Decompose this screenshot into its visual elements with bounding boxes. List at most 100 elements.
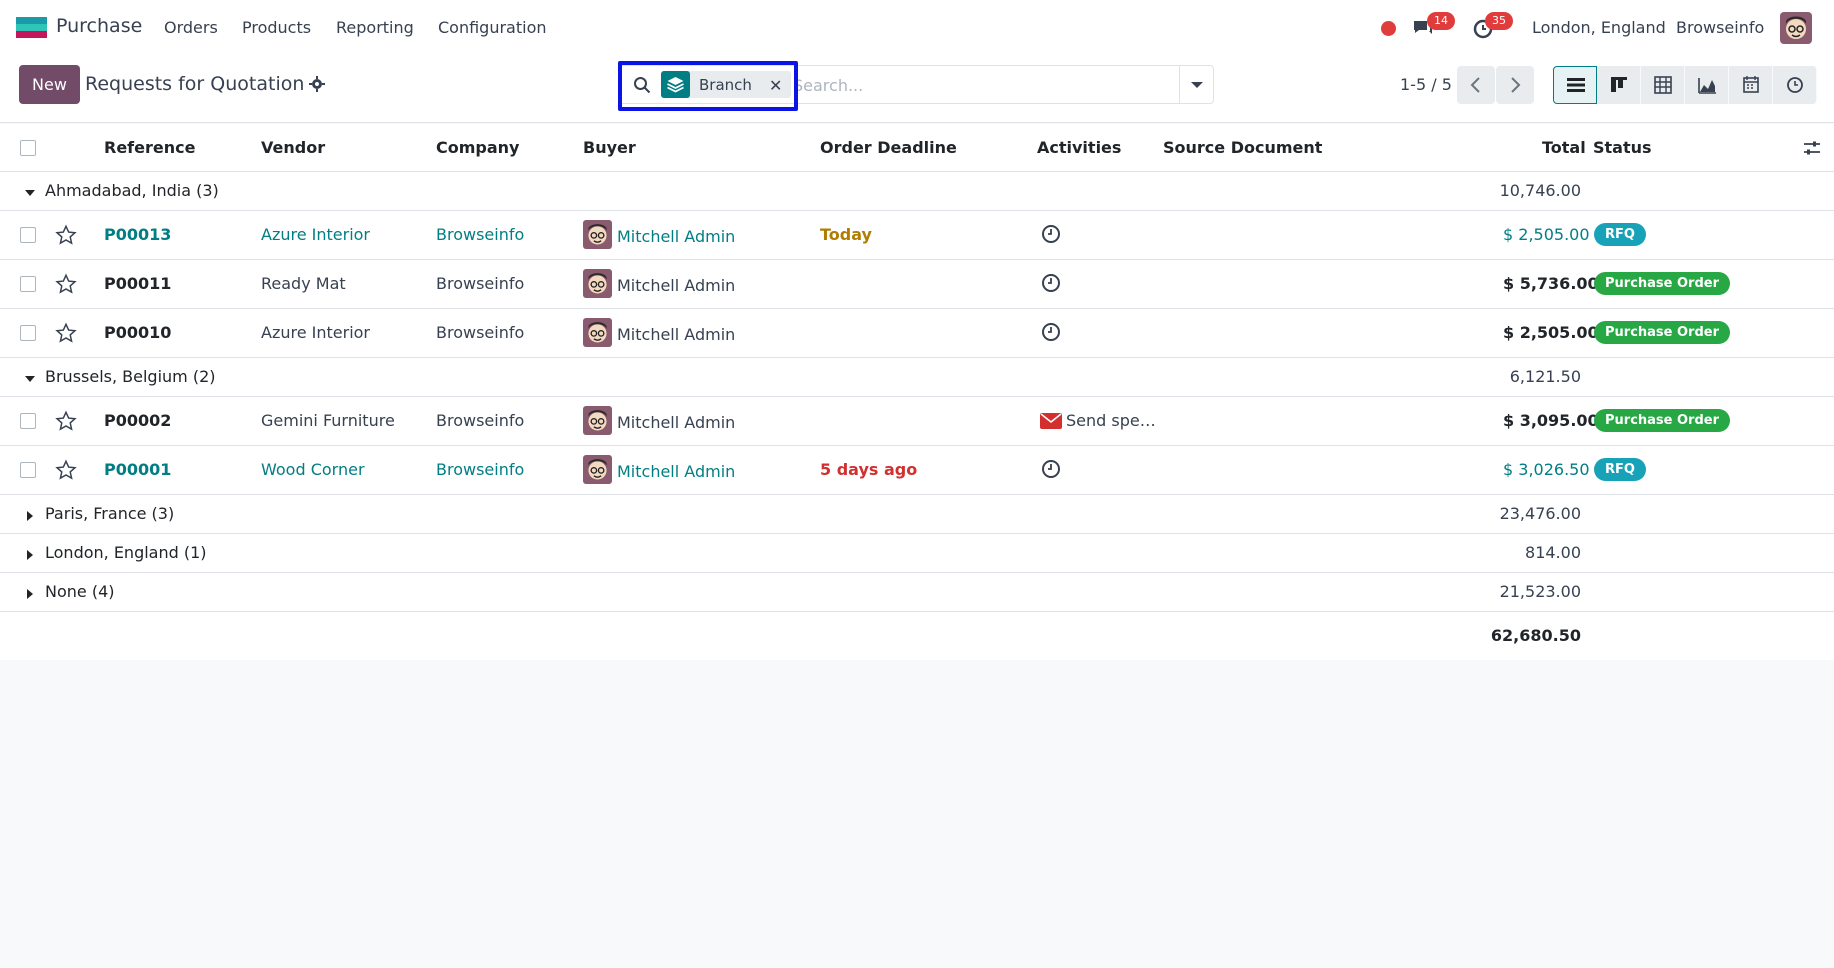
column-source-document[interactable]: Source Document xyxy=(1163,138,1322,157)
branch-switcher[interactable]: London, England xyxy=(1532,18,1666,37)
search-bar: Branch ✕ xyxy=(618,65,1214,104)
group-row[interactable]: London, England (1) 814.00 xyxy=(0,534,1834,573)
company-cell[interactable]: Browseinfo xyxy=(436,225,524,244)
row-checkbox[interactable] xyxy=(20,276,36,292)
activity-summary[interactable]: Send spe… xyxy=(1066,411,1156,430)
status-badge: RFQ xyxy=(1594,223,1646,246)
optional-columns-icon[interactable] xyxy=(1803,139,1821,157)
pivot-view-button[interactable] xyxy=(1641,66,1685,104)
star-icon[interactable] xyxy=(55,273,77,295)
column-order-deadline[interactable]: Order Deadline xyxy=(820,138,957,157)
reference-cell[interactable]: P00013 xyxy=(104,225,171,244)
buyer-cell[interactable]: Mitchell Admin xyxy=(617,325,735,344)
column-buyer[interactable]: Buyer xyxy=(583,138,636,157)
company-cell[interactable]: Browseinfo xyxy=(436,411,524,430)
star-icon[interactable] xyxy=(55,224,77,246)
table-row[interactable]: P00002 Gemini Furniture Browseinfo Mitch… xyxy=(0,397,1834,446)
kanban-view-button[interactable] xyxy=(1597,66,1641,104)
buyer-cell[interactable]: Mitchell Admin xyxy=(617,413,735,432)
grand-total: 62,680.50 xyxy=(1490,626,1581,645)
company-switcher[interactable]: Browseinfo xyxy=(1676,18,1764,37)
purchase-app-icon[interactable] xyxy=(16,17,47,38)
vendor-cell[interactable]: Ready Mat xyxy=(261,274,346,293)
menu-products[interactable]: Products xyxy=(242,18,311,37)
buyer-cell[interactable]: Mitchell Admin xyxy=(617,462,735,481)
column-status[interactable]: Status xyxy=(1593,138,1652,157)
table-row[interactable]: P00013 Azure Interior Browseinfo Mitchel… xyxy=(0,211,1834,260)
table-row[interactable]: P00011 Ready Mat Browseinfo Mitchell Adm… xyxy=(0,260,1834,309)
new-button[interactable]: New xyxy=(19,65,80,104)
graph-view-button[interactable] xyxy=(1685,66,1729,104)
vendor-cell[interactable]: Azure Interior xyxy=(261,225,370,244)
vendor-cell[interactable]: Gemini Furniture xyxy=(261,411,395,430)
caret-down-icon xyxy=(23,371,37,385)
group-row[interactable]: Brussels, Belgium (2) 6,121.50 xyxy=(0,358,1834,397)
pager-previous-button[interactable] xyxy=(1457,66,1495,104)
star-icon[interactable] xyxy=(55,322,77,344)
column-total[interactable]: Total xyxy=(1542,138,1586,157)
deadline-cell: 5 days ago xyxy=(820,460,918,479)
total-cell: $ 5,736.00 xyxy=(1503,274,1599,293)
table-row[interactable]: P00010 Azure Interior Browseinfo Mitchel… xyxy=(0,309,1834,358)
column-vendor[interactable]: Vendor xyxy=(261,138,325,157)
column-activities[interactable]: Activities xyxy=(1037,138,1121,157)
group-label: Paris, France (3) xyxy=(45,504,175,523)
close-icon[interactable]: ✕ xyxy=(769,76,782,95)
gear-icon[interactable] xyxy=(309,76,325,92)
pager-next-button[interactable] xyxy=(1496,66,1534,104)
vendor-cell[interactable]: Wood Corner xyxy=(261,460,365,479)
group-row[interactable]: Ahmadabad, India (3) 10,746.00 xyxy=(0,172,1834,211)
company-cell[interactable]: Browseinfo xyxy=(436,323,524,342)
page-title: Requests for Quotation xyxy=(85,73,305,95)
status-badge: Purchase Order xyxy=(1594,409,1731,432)
calendar-view-button[interactable] xyxy=(1729,66,1773,104)
activity-view-button[interactable] xyxy=(1773,66,1817,104)
total-cell: $ 2,505.00 xyxy=(1503,323,1599,342)
table-footer: 62,680.50 xyxy=(0,612,1834,660)
group-row[interactable]: Paris, France (3) 23,476.00 xyxy=(0,495,1834,534)
column-company[interactable]: Company xyxy=(436,138,519,157)
top-navbar: Purchase Orders Products Reporting Confi… xyxy=(0,0,1834,56)
star-icon[interactable] xyxy=(55,410,77,432)
group-total: 814.00 xyxy=(1525,543,1581,562)
recording-indicator-icon[interactable] xyxy=(1381,21,1396,36)
search-icon[interactable] xyxy=(633,76,651,94)
list-view-button[interactable] xyxy=(1553,66,1597,104)
clock-icon[interactable] xyxy=(1041,322,1061,342)
reference-cell[interactable]: P00001 xyxy=(104,460,171,479)
company-cell[interactable]: Browseinfo xyxy=(436,274,524,293)
reference-cell[interactable]: P00011 xyxy=(104,274,171,293)
select-all-checkbox[interactable] xyxy=(20,140,36,156)
pager-value[interactable]: 1-5 / 5 xyxy=(1400,75,1452,94)
reference-cell[interactable]: P00002 xyxy=(104,411,171,430)
reference-cell[interactable]: P00010 xyxy=(104,323,171,342)
total-cell: $ 2,505.00 xyxy=(1503,225,1590,244)
row-checkbox[interactable] xyxy=(20,227,36,243)
clock-icon[interactable] xyxy=(1041,459,1061,479)
buyer-cell[interactable]: Mitchell Admin xyxy=(617,227,735,246)
company-cell[interactable]: Browseinfo xyxy=(436,460,524,479)
activities-count-badge: 35 xyxy=(1485,12,1513,30)
avatar xyxy=(583,269,612,298)
clock-icon[interactable] xyxy=(1041,273,1061,293)
menu-reporting[interactable]: Reporting xyxy=(336,18,414,37)
buyer-cell[interactable]: Mitchell Admin xyxy=(617,276,735,295)
menu-orders[interactable]: Orders xyxy=(164,18,218,37)
group-row[interactable]: None (4) 21,523.00 xyxy=(0,573,1834,612)
app-name[interactable]: Purchase xyxy=(56,15,142,37)
row-checkbox[interactable] xyxy=(20,413,36,429)
row-checkbox[interactable] xyxy=(20,462,36,478)
column-reference[interactable]: Reference xyxy=(104,138,195,157)
table-row[interactable]: P00001 Wood Corner Browseinfo Mitchell A… xyxy=(0,446,1834,495)
search-facet-branch[interactable]: Branch ✕ xyxy=(661,71,791,98)
clock-icon[interactable] xyxy=(1041,224,1061,244)
menu-configuration[interactable]: Configuration xyxy=(438,18,547,37)
star-icon[interactable] xyxy=(55,459,77,481)
envelope-icon[interactable] xyxy=(1040,412,1062,430)
vendor-cell[interactable]: Azure Interior xyxy=(261,323,370,342)
search-options-toggle[interactable] xyxy=(1179,66,1213,103)
control-panel: New Requests for Quotation Branch ✕ 1-5 … xyxy=(0,56,1834,123)
search-input[interactable] xyxy=(793,74,1173,96)
user-avatar[interactable] xyxy=(1780,12,1812,44)
row-checkbox[interactable] xyxy=(20,325,36,341)
